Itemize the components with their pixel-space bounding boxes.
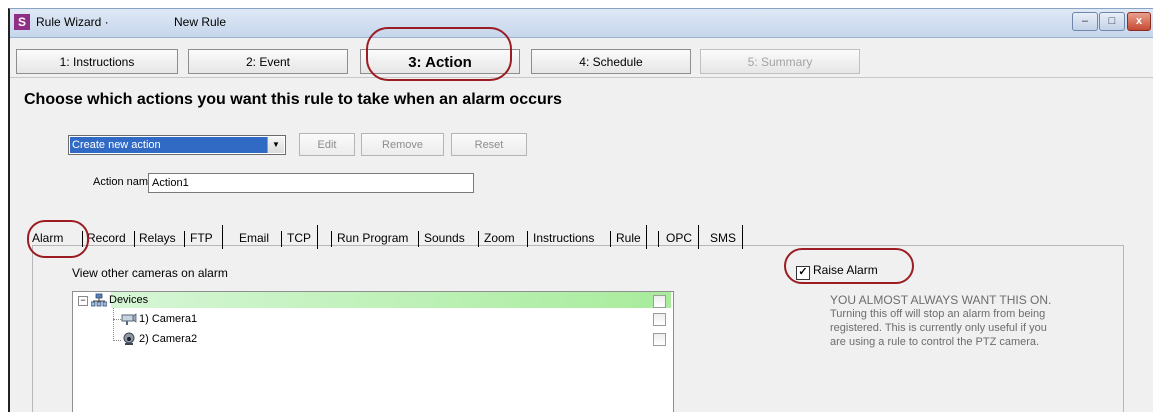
action-name-label: Action name [93, 176, 155, 188]
action-name-input[interactable]: Action1 [148, 173, 474, 193]
camera2-checkbox[interactable] [653, 333, 666, 346]
tab-zoom[interactable]: Zoom [484, 227, 515, 251]
step-event[interactable]: 2: Event [188, 49, 348, 74]
tab-relays[interactable]: Relays [139, 227, 176, 251]
reset-button[interactable]: Reset [451, 133, 527, 156]
collapse-icon[interactable]: − [78, 296, 88, 306]
tab-divider [658, 231, 659, 247]
tab-ftp[interactable]: FTP [190, 227, 213, 251]
tab-opc[interactable]: OPC [666, 227, 692, 251]
chevron-down-icon[interactable]: ▼ [267, 137, 284, 153]
wizard-steps: 1: Instructions 2: Event 3: Action 4: Sc… [10, 38, 1153, 78]
devices-checkbox[interactable] [653, 295, 666, 308]
alarm-tab-highlight-ring [27, 220, 89, 258]
info-line-3: registered. This is currently only usefu… [830, 322, 1047, 334]
tab-divider [281, 231, 282, 247]
tree-connector [113, 340, 121, 341]
maximize-button[interactable]: □ [1099, 12, 1125, 31]
tree-row-highlight [111, 292, 671, 308]
minimize-button[interactable]: – [1072, 12, 1098, 31]
action-select-value: Create new action [70, 137, 268, 153]
tab-divider [610, 231, 611, 247]
tab-sounds[interactable]: Sounds [424, 227, 465, 251]
info-line-4: are using a rule to control the PTZ came… [830, 336, 1040, 348]
remove-button[interactable]: Remove [361, 133, 444, 156]
tab-divider [331, 231, 332, 247]
tab-divider [646, 225, 647, 249]
window-subtitle: New Rule [174, 15, 227, 29]
info-line-2: Turning this off will stop an alarm from… [830, 308, 1046, 320]
raise-alarm-highlight-ring [784, 248, 914, 284]
camera1-checkbox[interactable] [653, 313, 666, 326]
tree-connector [113, 319, 121, 320]
close-button[interactable]: x [1127, 12, 1151, 31]
tab-divider [317, 225, 318, 249]
tab-tcp[interactable]: TCP [287, 227, 311, 251]
tab-divider [134, 231, 135, 247]
tab-instructions[interactable]: Instructions [533, 227, 594, 251]
rule-wizard-window: S Rule Wizard · New Rule – □ x 1: Instru… [8, 8, 1153, 412]
view-cameras-label: View other cameras on alarm [72, 266, 228, 280]
device-tree[interactable]: − Devices 1) Camera1 2) Camera2 [72, 291, 674, 412]
step-schedule[interactable]: 4: Schedule [531, 49, 691, 74]
window-title: Rule Wizard · [36, 15, 109, 29]
app-logo-icon: S [14, 14, 30, 30]
tab-divider [742, 225, 743, 249]
network-devices-icon [90, 293, 108, 308]
tree-root-devices[interactable]: Devices [109, 291, 148, 309]
tab-email[interactable]: Email [239, 227, 269, 251]
tab-divider [222, 225, 223, 249]
tab-rule[interactable]: Rule [616, 227, 641, 251]
edit-button[interactable]: Edit [299, 133, 355, 156]
tree-connector [113, 308, 114, 341]
tab-divider [184, 231, 185, 247]
step-instructions[interactable]: 1: Instructions [16, 49, 178, 74]
step-summary[interactable]: 5: Summary [700, 49, 860, 74]
tab-divider [478, 231, 479, 247]
tab-divider [698, 225, 699, 249]
camera2-icon [121, 332, 137, 346]
tab-run-program[interactable]: Run Program [337, 227, 408, 251]
title-bar: S Rule Wizard · New Rule – □ x [10, 9, 1153, 38]
info-line-1: YOU ALMOST ALWAYS WANT THIS ON. [830, 293, 1052, 307]
tree-item-camera2[interactable]: 2) Camera2 [139, 330, 197, 348]
action-select[interactable]: Create new action ▼ [68, 135, 286, 155]
tab-divider [418, 231, 419, 247]
tab-divider [527, 231, 528, 247]
action-step-highlight-ring [366, 27, 512, 81]
tab-sms[interactable]: SMS [710, 227, 736, 251]
page-heading: Choose which actions you want this rule … [24, 91, 562, 108]
tree-item-camera1[interactable]: 1) Camera1 [139, 310, 197, 328]
camera1-icon [121, 312, 137, 326]
tab-record[interactable]: Record [87, 227, 126, 251]
